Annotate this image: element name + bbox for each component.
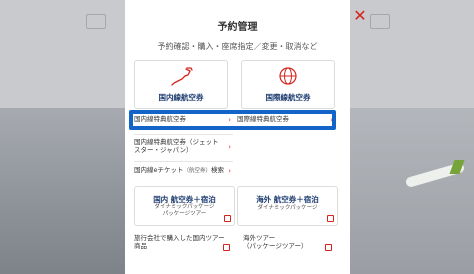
- external-link-icon: [327, 215, 334, 222]
- overseas-tour-link[interactable]: 海外ツアー （パッケージツアー）: [237, 234, 335, 252]
- external-link-icon: [325, 244, 332, 251]
- chevron-right-icon: ›: [228, 167, 231, 175]
- background-photo-left: [0, 108, 125, 274]
- domestic-package-sub1: ダイナミックパッケージ: [154, 204, 215, 210]
- travel-agency-tour-link[interactable]: 旅行会社で購入した国内ツアー 商品: [134, 234, 233, 252]
- background-icon: [370, 14, 390, 29]
- divider: [134, 161, 233, 162]
- domestic-award-jetstar-link[interactable]: 国内線特典航空券（ジェットスター・ジャパン） ›: [134, 138, 233, 156]
- eticket-label: 国内線eチケット: [134, 166, 184, 174]
- international-package-sub1: ダイナミックパッケージ: [257, 205, 318, 211]
- modal-subtitle: 予約確認・購入・座席指定／変更・取消など: [157, 42, 318, 51]
- eticket-search-label: 検索: [211, 166, 225, 174]
- international-package-title: 海外 航空券＋宿泊: [256, 195, 319, 204]
- international-package-card[interactable]: 海外 航空券＋宿泊 ダイナミックパッケージ: [237, 186, 338, 226]
- external-link-icon: [224, 215, 231, 222]
- domestic-award-jetstar-label: 国内線特典航空券（ジェットスター・ジャパン）: [134, 138, 219, 154]
- background-photo-right: [350, 108, 474, 274]
- travel-agency-tour-line2: 商品: [134, 242, 147, 250]
- domestic-eticket-search-link[interactable]: 国内線eチケット（航空券）検索 ›: [134, 166, 233, 176]
- modal-title: 予約管理: [217, 22, 258, 33]
- divider: [134, 134, 233, 135]
- travel-agency-tour-line1: 旅行会社で購入した国内ツアー: [134, 234, 225, 242]
- close-icon[interactable]: ✕: [352, 8, 368, 24]
- international-ticket-card[interactable]: 国際線航空券: [241, 60, 335, 109]
- eticket-small-label: （航空券）: [183, 168, 212, 174]
- chevron-right-icon: ›: [228, 143, 231, 151]
- domestic-package-sub2: パッケージツアー: [162, 211, 207, 217]
- overseas-tour-line1: 海外ツアー: [243, 234, 276, 242]
- japan-map-icon: [171, 67, 193, 86]
- globe-icon: [279, 67, 297, 85]
- background-icon: [86, 14, 106, 29]
- selection-highlight: [129, 110, 336, 130]
- international-ticket-label: 国際線航空券: [265, 93, 311, 102]
- domestic-package-card[interactable]: 国内 航空券＋宿泊 ダイナミックパッケージ パッケージツアー: [134, 186, 235, 226]
- external-link-icon: [223, 244, 230, 251]
- overseas-tour-line2: （パッケージツアー）: [243, 242, 308, 250]
- domestic-ticket-card[interactable]: 国内線航空券: [134, 60, 228, 109]
- domestic-ticket-label: 国内線航空券: [158, 93, 204, 102]
